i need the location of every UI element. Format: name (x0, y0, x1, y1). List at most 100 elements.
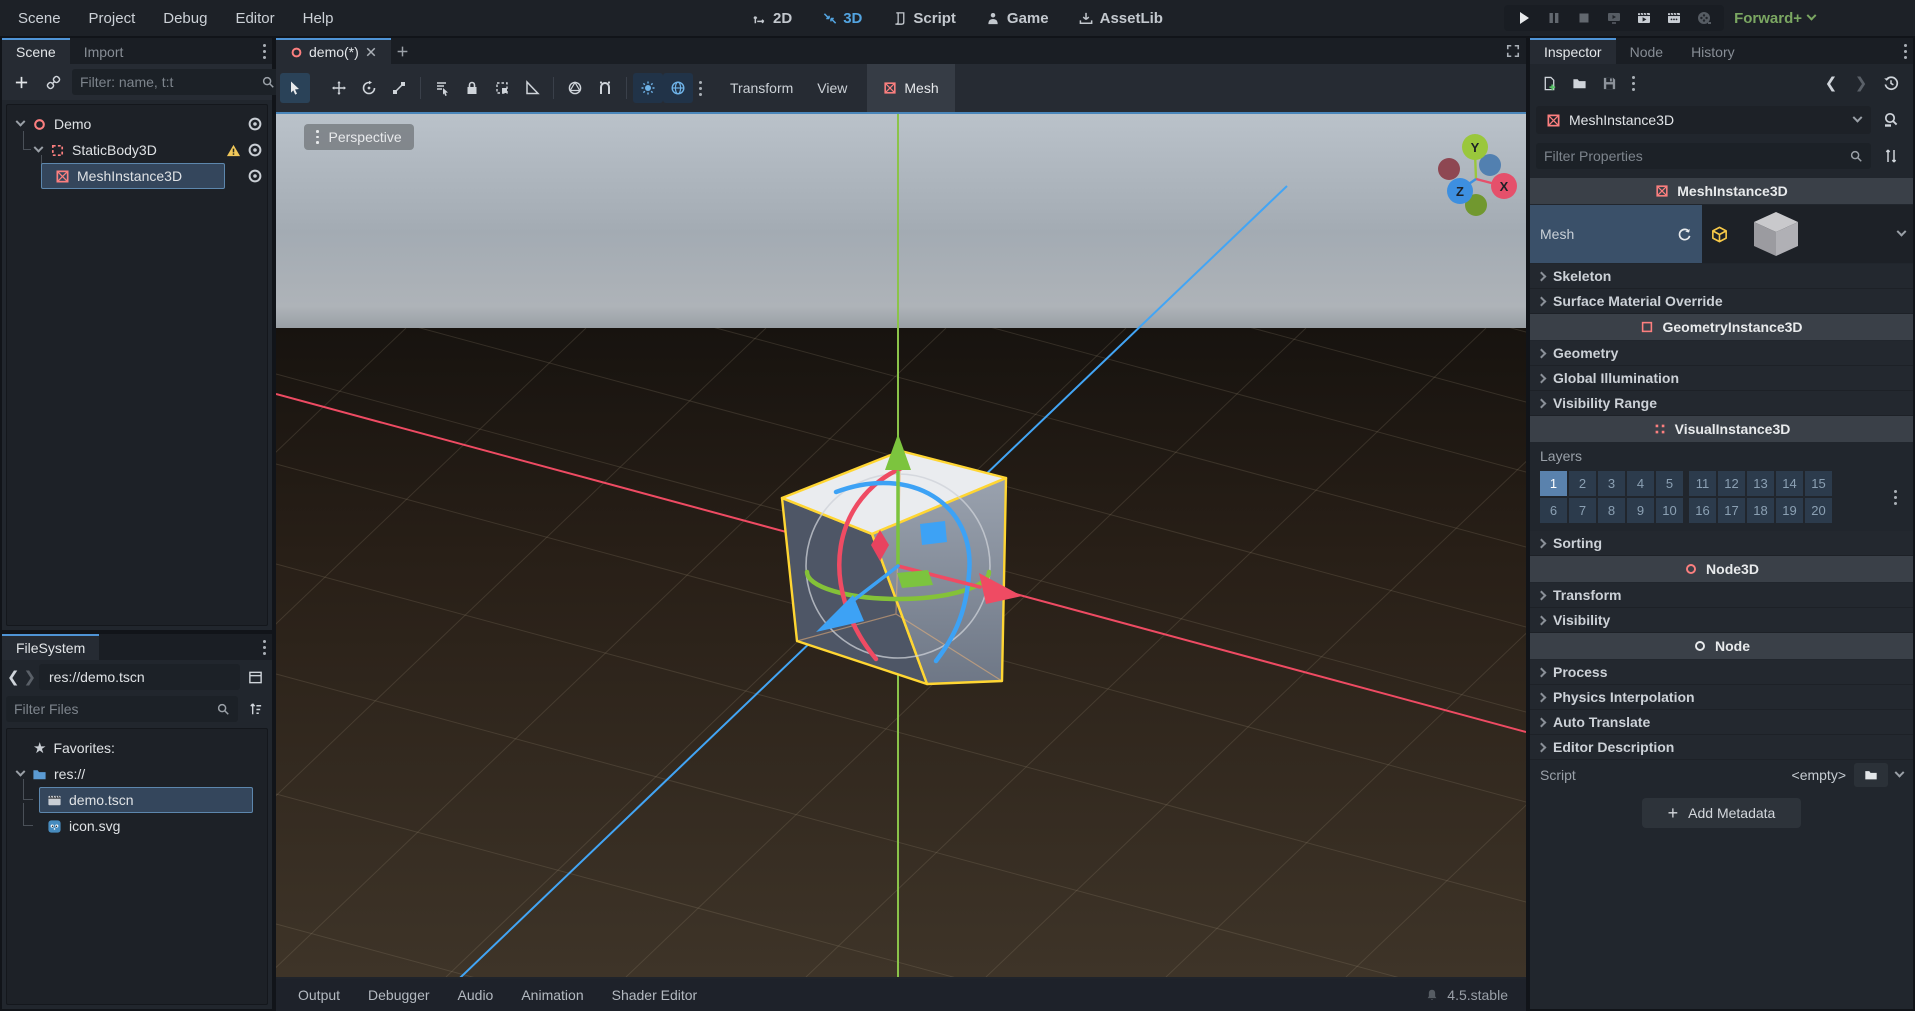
category-editor-description[interactable]: Editor Description (1530, 735, 1913, 760)
load-resource-button[interactable] (1566, 70, 1592, 96)
nav-back-button[interactable]: ❮ (6, 668, 21, 686)
category-auto-translate[interactable]: Auto Translate (1530, 710, 1913, 735)
menu-help[interactable]: Help (291, 6, 346, 31)
menu-scene[interactable]: Scene (6, 6, 73, 31)
layer-5[interactable]: 5 (1656, 471, 1683, 496)
layer-1[interactable]: 1 (1540, 471, 1567, 496)
tree-row-demo[interactable]: Demo (7, 111, 267, 137)
category-visibility-range[interactable]: Visibility Range (1530, 391, 1913, 416)
layer-20[interactable]: 20 (1805, 498, 1832, 523)
select-mode-button[interactable] (280, 73, 310, 103)
tree-row-meshinstance3d[interactable]: MeshInstance3D (7, 163, 267, 189)
local-space-button[interactable] (560, 73, 590, 103)
movie-maker-button[interactable] (1696, 10, 1712, 26)
resource-path-field[interactable] (39, 664, 240, 690)
layer-6[interactable]: 6 (1540, 498, 1567, 523)
add-metadata-button[interactable]: + Add Metadata (1642, 798, 1802, 828)
history-forward-button[interactable]: ❯ (1851, 74, 1871, 92)
favorites-row[interactable]: ★ Favorites: (7, 735, 267, 761)
object-history-icon[interactable] (1878, 70, 1904, 96)
tab-animation[interactable]: Animation (509, 982, 595, 1008)
preview-sunlight-button[interactable] (633, 73, 663, 103)
workspace-2d-button[interactable]: 2D (742, 6, 802, 31)
property-tools-icon[interactable] (1876, 141, 1906, 171)
file-sort-icon[interactable] (242, 696, 268, 722)
instantiate-scene-button[interactable] (38, 67, 68, 97)
mesh-resource-value[interactable] (1702, 205, 1913, 263)
file-row-icon-svg[interactable]: icon.svg (7, 813, 267, 839)
group-selected-button[interactable] (487, 73, 517, 103)
tab-import[interactable]: Import (70, 38, 138, 64)
layer-19[interactable]: 19 (1776, 498, 1803, 523)
layer-14[interactable]: 14 (1776, 471, 1803, 496)
scale-mode-button[interactable] (384, 73, 414, 103)
filesystem-menu-icon[interactable] (257, 640, 272, 655)
menu-debug[interactable]: Debug (151, 6, 219, 31)
layers-menu-icon[interactable] (1888, 490, 1903, 505)
layer-2[interactable]: 2 (1569, 471, 1596, 496)
revert-icon[interactable] (1677, 227, 1692, 242)
category-visibility[interactable]: Visibility (1530, 608, 1913, 633)
tab-node[interactable]: Node (1616, 38, 1677, 64)
workspace-assetlib-button[interactable]: AssetLib (1069, 6, 1173, 31)
toggle-split-mode-icon[interactable] (242, 664, 268, 690)
resource-menu-icon[interactable] (1626, 76, 1641, 91)
chevron-down-icon[interactable] (1895, 767, 1905, 777)
menu-editor[interactable]: Editor (223, 6, 286, 31)
add-node-button[interactable] (6, 67, 36, 97)
move-mode-button[interactable] (324, 73, 354, 103)
projection-menu-button[interactable]: Perspective (304, 124, 414, 150)
category-global-illumination[interactable]: Global Illumination (1530, 366, 1913, 391)
collapse-icon[interactable] (16, 766, 26, 776)
tab-audio[interactable]: Audio (446, 982, 506, 1008)
category-sorting[interactable]: Sorting (1530, 531, 1913, 556)
tab-history[interactable]: History (1677, 38, 1749, 64)
lock-selected-button[interactable] (457, 73, 487, 103)
tab-output[interactable]: Output (286, 982, 352, 1008)
layer-16[interactable]: 16 (1689, 498, 1716, 523)
pause-button[interactable] (1546, 10, 1562, 26)
layer-11[interactable]: 11 (1689, 471, 1716, 496)
workspace-3d-button[interactable]: 3D (812, 6, 872, 31)
layer-18[interactable]: 18 (1747, 498, 1774, 523)
preview-menu-icon[interactable] (693, 81, 708, 96)
layer-7[interactable]: 7 (1569, 498, 1596, 523)
layer-9[interactable]: 9 (1627, 498, 1654, 523)
stop-button[interactable] (1576, 10, 1592, 26)
preview-environment-button[interactable] (663, 73, 693, 103)
file-filter-input[interactable] (14, 701, 216, 717)
open-docs-icon[interactable] (1876, 105, 1906, 135)
save-resource-button[interactable] (1596, 70, 1622, 96)
tab-demo-scene[interactable]: demo(*) (276, 38, 391, 64)
new-resource-button[interactable] (1536, 70, 1562, 96)
list-select-button[interactable] (427, 73, 457, 103)
mesh-property-label[interactable]: Mesh (1530, 205, 1702, 263)
layer-15[interactable]: 15 (1805, 471, 1832, 496)
category-process[interactable]: Process (1530, 660, 1913, 685)
mesh-context-tab[interactable]: Mesh (867, 64, 954, 112)
visibility-eye-icon[interactable] (247, 168, 263, 184)
tab-filesystem[interactable]: FileSystem (2, 634, 99, 660)
class-header-visualinstance3d[interactable]: VisualInstance3D (1530, 416, 1913, 442)
transform-menu[interactable]: Transform (718, 74, 805, 102)
edited-object-selector[interactable]: MeshInstance3D (1536, 106, 1871, 134)
renderer-selector[interactable]: Forward+ (1734, 10, 1815, 27)
category-skeleton[interactable]: Skeleton (1530, 264, 1913, 289)
category-transform[interactable]: Transform (1530, 583, 1913, 608)
tab-inspector[interactable]: Inspector (1530, 38, 1616, 64)
new-tab-button[interactable] (391, 40, 415, 62)
distraction-free-icon[interactable] (1500, 40, 1526, 62)
scene-filter-input[interactable] (80, 74, 261, 90)
history-back-button[interactable]: ❮ (1821, 74, 1841, 92)
layer-13[interactable]: 13 (1747, 471, 1774, 496)
class-header-node[interactable]: Node (1530, 633, 1913, 659)
close-icon[interactable] (365, 46, 377, 58)
notification-bell-icon[interactable] (1425, 988, 1439, 1002)
tab-scene[interactable]: Scene (2, 38, 70, 64)
ruler-mode-button[interactable] (517, 73, 547, 103)
layer-8[interactable]: 8 (1598, 498, 1625, 523)
version-label[interactable]: 4.5.stable (1447, 987, 1508, 1003)
view-menu[interactable]: View (805, 74, 859, 102)
class-header-node3d[interactable]: Node3D (1530, 556, 1913, 582)
category-surface-material-override[interactable]: Surface Material Override (1530, 289, 1913, 314)
